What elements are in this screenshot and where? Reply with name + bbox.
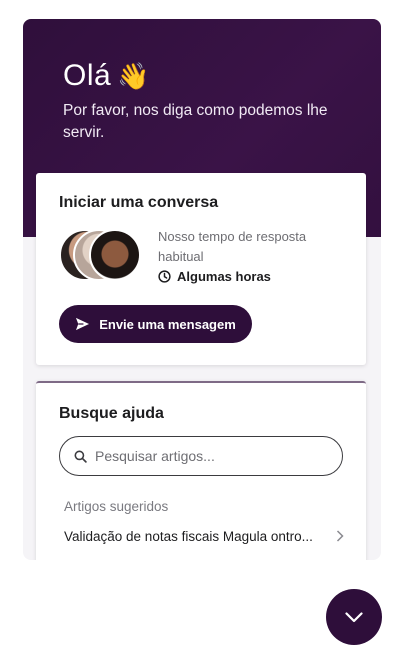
suggested-article-item[interactable]: Validação de notas fiscais Magula ontro.… xyxy=(64,526,344,546)
waving-hand-icon: 👋 xyxy=(117,61,151,91)
avatar xyxy=(89,229,141,281)
response-time-label: Nosso tempo de resposta habitual xyxy=(158,229,307,264)
response-time-value: Algumas horas xyxy=(177,269,271,284)
search-help-card: Busque ajuda Artigos sugeridos Validação… xyxy=(36,381,366,560)
chevron-right-icon xyxy=(336,530,344,542)
help-card-title: Busque ajuda xyxy=(59,405,164,422)
messenger-widget: Olá 👋 Por favor, nos diga como podemos l… xyxy=(23,19,381,560)
team-avatars xyxy=(59,229,149,285)
launcher-toggle-button[interactable] xyxy=(326,589,382,645)
greeting-text: Olá xyxy=(63,59,112,92)
greeting-heading: Olá 👋 xyxy=(63,59,150,93)
chevron-down-icon xyxy=(345,611,363,622)
search-icon xyxy=(74,450,87,463)
start-conversation-card: Iniciar uma conversa Nosso tempo de resp… xyxy=(36,173,366,365)
response-time: Algumas horas xyxy=(158,269,271,284)
send-message-label: Envie uma mensagem xyxy=(99,316,236,332)
search-field[interactable] xyxy=(59,436,343,476)
send-message-button[interactable]: Envie uma mensagem xyxy=(59,305,252,343)
hero-subtitle: Por favor, nos diga como podemos lhe ser… xyxy=(63,102,328,141)
conversation-card-title: Iniciar uma conversa xyxy=(59,194,219,211)
clock-icon xyxy=(158,270,171,283)
article-title: Validação de notas fiscais Magula ontro.… xyxy=(64,528,313,544)
search-input[interactable] xyxy=(95,448,325,464)
send-icon xyxy=(76,317,90,331)
suggested-articles-label: Artigos sugeridos xyxy=(64,499,169,514)
